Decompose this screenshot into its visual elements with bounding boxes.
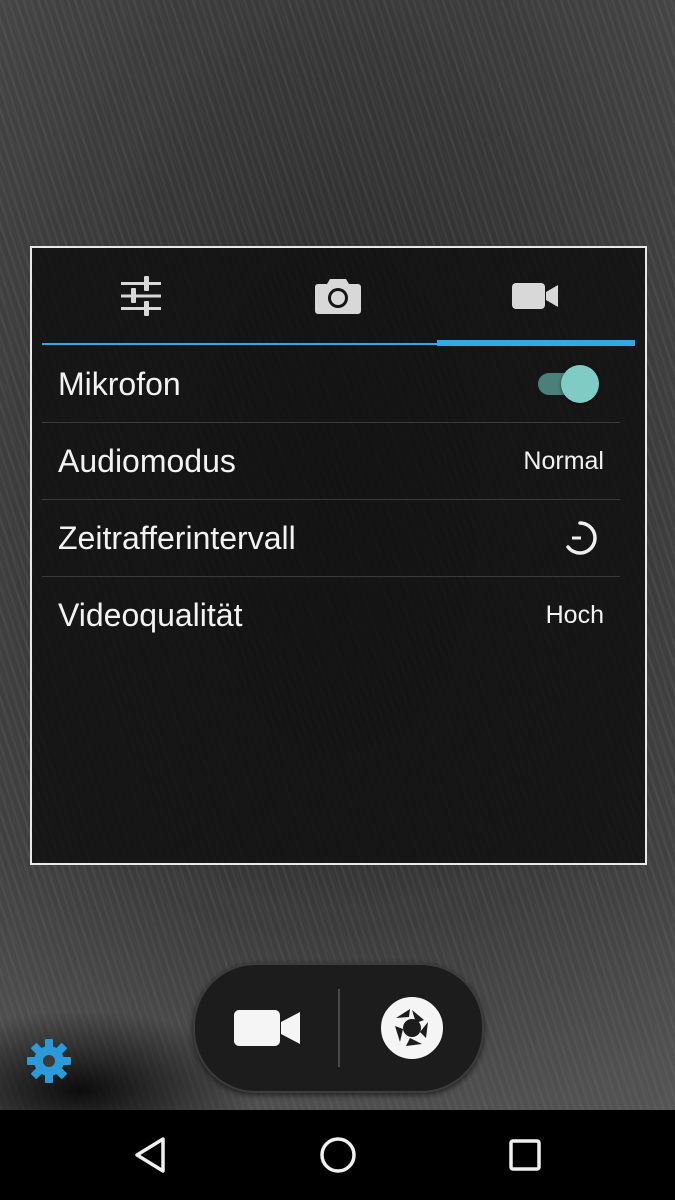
nav-back-button[interactable] [105, 1130, 195, 1180]
recent-square-icon [509, 1139, 541, 1171]
sliders-icon [120, 276, 161, 316]
setting-row-timelapse[interactable]: Zeitrafferintervall [42, 500, 620, 577]
timer-icon [566, 521, 597, 555]
tab-video-settings[interactable] [437, 248, 634, 344]
tab-general-settings[interactable] [42, 248, 239, 344]
settings-panel: Mikrofon Audiomodus Normal Zeitrafferint… [30, 246, 647, 865]
nav-home-button[interactable] [293, 1130, 383, 1180]
system-navigation-bar [0, 1110, 675, 1200]
audio-mode-label: Audiomodus [58, 442, 236, 479]
audio-mode-value: Normal [523, 446, 604, 475]
nav-recent-apps-button[interactable] [480, 1130, 570, 1180]
capture-controls [193, 963, 484, 1093]
video-camera-icon [234, 1010, 300, 1046]
take-photo-button[interactable] [357, 983, 467, 1073]
microphone-toggle[interactable] [536, 364, 600, 404]
camera-icon [314, 279, 361, 314]
shutter-icon [381, 997, 443, 1059]
record-video-button[interactable] [213, 983, 323, 1073]
settings-gear-button[interactable] [25, 1037, 73, 1085]
setting-row-audio-mode[interactable]: Audiomodus Normal [42, 423, 620, 500]
video-settings-list: Mikrofon Audiomodus Normal Zeitrafferint… [42, 346, 620, 653]
tab-photo-settings[interactable] [239, 248, 436, 344]
capture-divider [338, 989, 340, 1067]
toggle-thumb [561, 365, 599, 403]
back-triangle-icon [135, 1137, 165, 1173]
microphone-label: Mikrofon [58, 365, 181, 402]
setting-row-video-quality[interactable]: Videoqualität Hoch [42, 577, 620, 653]
setting-row-microphone[interactable]: Mikrofon [42, 346, 620, 423]
video-quality-label: Videoqualität [58, 596, 243, 633]
gear-icon [27, 1039, 71, 1083]
home-circle-icon [320, 1137, 356, 1173]
settings-tabs [42, 248, 635, 346]
video-camera-icon [511, 283, 558, 309]
timelapse-label: Zeitrafferintervall [58, 519, 296, 556]
video-quality-value: Hoch [545, 600, 604, 629]
